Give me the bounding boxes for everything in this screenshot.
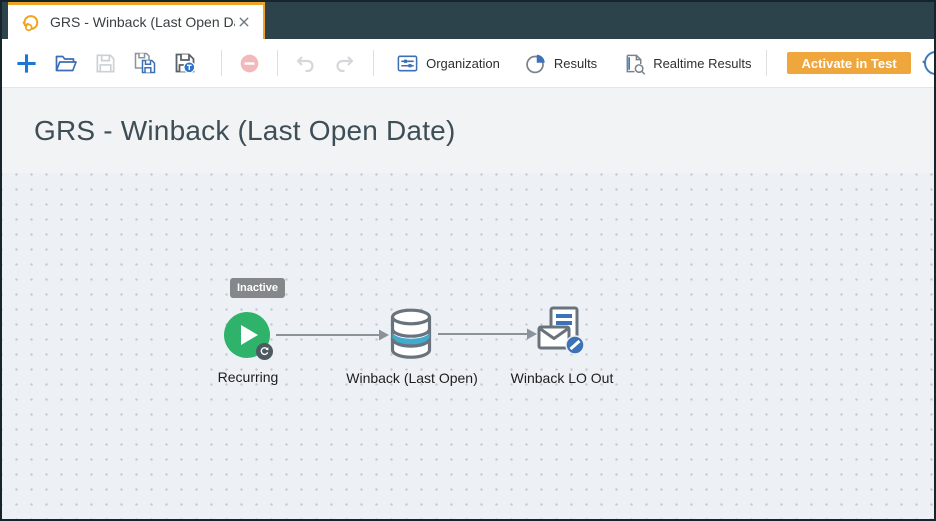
save-button xyxy=(94,49,117,77)
results-label: Results xyxy=(554,56,597,71)
toolbar-separator xyxy=(277,50,278,76)
connector-arrow xyxy=(438,326,538,342)
toolbar-separator xyxy=(221,50,222,76)
page-title: GRS - Winback (Last Open Date) xyxy=(34,115,455,147)
realtime-results-button[interactable]: Realtime Results xyxy=(623,52,751,75)
title-bar: GRS - Winback (Last Open Date) xyxy=(2,88,934,173)
node-label-email-out: Winback LO Out xyxy=(482,370,642,386)
results-button[interactable]: Results xyxy=(524,52,597,75)
organization-icon xyxy=(396,52,419,75)
recurrence-icon xyxy=(256,343,273,360)
toolbar-separator xyxy=(766,50,767,76)
recurring-start-icon[interactable] xyxy=(224,312,270,358)
workflow-canvas[interactable]: Inactive Recurring xyxy=(2,173,934,519)
node-email-out[interactable] xyxy=(536,306,586,361)
remove-button xyxy=(238,49,261,77)
toolbar-separator xyxy=(373,50,374,76)
node-data-source[interactable] xyxy=(388,308,434,365)
email-out-icon xyxy=(536,306,586,356)
tab-program[interactable]: GRS - Winback (Last Open Date) xyxy=(8,2,265,39)
open-button[interactable] xyxy=(54,49,78,77)
toolbar: Organization Results Realtime Results xyxy=(2,39,934,88)
results-icon xyxy=(524,52,547,75)
realtime-results-icon xyxy=(623,52,646,75)
realtime-results-label: Realtime Results xyxy=(653,56,751,71)
activate-in-test-button[interactable]: Activate in Test xyxy=(787,52,911,74)
app-window: GRS - Winback (Last Open Date) xyxy=(0,0,936,521)
play-icon xyxy=(241,325,258,345)
program-icon xyxy=(20,12,41,33)
close-icon[interactable] xyxy=(235,13,253,31)
data-source-icon xyxy=(388,308,434,360)
status-badge: Inactive xyxy=(230,278,285,298)
tab-bar: GRS - Winback (Last Open Date) xyxy=(2,2,934,39)
organization-label: Organization xyxy=(426,56,500,71)
node-recurring[interactable]: Inactive xyxy=(224,312,270,358)
organization-button[interactable]: Organization xyxy=(396,52,500,75)
connector-arrow xyxy=(276,327,390,343)
node-label-recurring: Recurring xyxy=(178,369,318,385)
save-to-test-button[interactable] xyxy=(173,49,197,77)
save-as-button[interactable] xyxy=(133,49,157,77)
undo-button xyxy=(293,49,317,77)
redo-button xyxy=(333,49,357,77)
tab-title: GRS - Winback (Last Open Date) xyxy=(50,14,235,30)
new-button[interactable] xyxy=(15,49,38,77)
